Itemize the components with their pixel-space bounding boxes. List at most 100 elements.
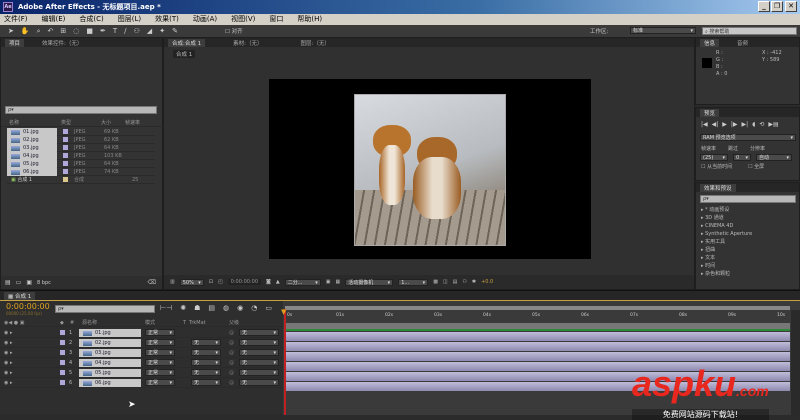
trkmat-select[interactable]: 无 [191, 349, 221, 356]
selection-tool-icon[interactable]: ➤ [8, 27, 14, 35]
puppet-tool-icon[interactable]: ✎ [172, 27, 178, 35]
parent-select[interactable]: 无 [239, 359, 279, 366]
close-button[interactable]: ✕ [785, 1, 797, 12]
label-swatch[interactable] [60, 340, 65, 345]
snapshot-icon[interactable]: ◙ [266, 279, 271, 285]
effects-category[interactable]: ▸ CINEMA 4D [701, 222, 799, 230]
layer-name[interactable]: 04.jpg [79, 358, 141, 367]
trkmat-select[interactable]: 无 [191, 359, 221, 366]
col-fps[interactable]: 帧速率 [125, 119, 140, 126]
label-swatch[interactable] [60, 350, 65, 355]
draft-3d-icon[interactable]: ✺ [180, 304, 186, 312]
mode-select[interactable]: 正常 [145, 339, 175, 346]
pen-tool-icon[interactable]: ✒ [100, 27, 106, 35]
col-mode[interactable]: 模式 [145, 319, 183, 326]
col-parent[interactable]: 父级 [229, 319, 239, 326]
trkmat-select[interactable]: 无 [191, 379, 221, 386]
menu-edit[interactable]: 编辑(E) [42, 14, 66, 25]
grid-icon[interactable]: ⊡ [209, 279, 213, 285]
viewer-timecode[interactable]: 0:00:00:00 [227, 279, 261, 285]
effects-category[interactable]: ▸ 时间 [701, 262, 799, 270]
rectangle-tool-icon[interactable]: ■ [86, 27, 93, 35]
tab-audio[interactable]: 音频 [737, 39, 748, 47]
effects-search-input[interactable]: ρ▾ [700, 195, 796, 203]
mode-select[interactable]: 正常 [145, 369, 175, 376]
pickwhip-icon[interactable]: @ [229, 350, 239, 356]
tab-project[interactable]: 项目 [5, 38, 25, 47]
label-swatch[interactable] [60, 360, 65, 365]
tab-composition[interactable]: 合成:合成 1 [168, 38, 206, 47]
views-select[interactable]: 1... [398, 278, 429, 286]
prev-frame-icon[interactable]: ◀| [712, 121, 719, 128]
tab-preview[interactable]: 预览 [700, 108, 720, 117]
text-tool-icon[interactable]: T [113, 27, 117, 35]
layer-bar[interactable] [285, 342, 790, 351]
layer-row[interactable]: ◉ ▸ 6 06.jpg 正常 无 @ 无 [0, 378, 283, 388]
visibility-eye-icon[interactable]: ◉ ▸ [0, 340, 60, 346]
pickwhip-icon[interactable]: @ [229, 370, 239, 376]
interpret-footage-icon[interactable]: ▤ [5, 279, 11, 286]
tab-layer[interactable]: 图层:（无） [300, 39, 329, 47]
ram-preview-options[interactable]: RAM 预览选项 [700, 134, 796, 141]
exposure-reset-icon[interactable]: ✱ [472, 279, 476, 285]
layer-bar[interactable] [285, 352, 790, 361]
hide-shy-icon[interactable]: ☗ [194, 304, 200, 312]
playhead-handle-icon[interactable]: ▼ [281, 308, 286, 316]
playhead[interactable] [284, 309, 286, 415]
parent-select[interactable]: 无 [239, 339, 279, 346]
ram-preview-icon[interactable]: ▶▤ [768, 121, 778, 128]
label-swatch[interactable] [63, 161, 68, 166]
comp-mini-flowchart-icon[interactable]: ⊢⊣ [160, 304, 172, 312]
layer-name[interactable]: 02.jpg [79, 338, 141, 347]
tab-info[interactable]: 信息 [700, 38, 720, 47]
channel-icon[interactable]: ▲ [276, 279, 280, 285]
project-search-input[interactable]: ρ▾ [5, 106, 157, 114]
col-name[interactable]: 名称 [1, 119, 53, 126]
trkmat-select[interactable]: 无 [191, 339, 221, 346]
pickwhip-icon[interactable]: @ [229, 330, 239, 336]
col-type[interactable]: 类型 [53, 119, 101, 126]
audio-icon[interactable]: ◖ [752, 121, 755, 128]
motion-blur-icon[interactable]: ◍ [223, 304, 229, 312]
layer-name[interactable]: 06.jpg [79, 378, 141, 387]
trkmat-select[interactable]: 无 [191, 369, 221, 376]
rotate-tool-icon[interactable]: ↶ [48, 27, 54, 35]
mode-select[interactable]: 正常 [145, 359, 175, 366]
tab-effects-presets[interactable]: 效果和预设 [700, 183, 736, 192]
camera-select[interactable]: 活动摄像机 [345, 278, 394, 286]
from-current-checkbox[interactable]: ☐ 从当前时间 [701, 163, 732, 170]
layer-bar[interactable] [285, 332, 790, 341]
layer-name[interactable]: 01.jpg [79, 328, 141, 337]
visibility-eye-icon[interactable]: ◉ ▸ [0, 370, 60, 376]
minimize-button[interactable]: _ [758, 1, 770, 12]
frame-blending-icon[interactable]: ▤ [208, 304, 215, 312]
new-folder-icon[interactable]: ▭ [16, 279, 22, 286]
parent-select[interactable]: 无 [239, 379, 279, 386]
snap-checkbox[interactable]: ☐ 对齐 [225, 27, 243, 35]
brainstorm-icon[interactable]: ◉ [237, 304, 243, 312]
layer-name[interactable]: 05.jpg [79, 368, 141, 377]
project-item[interactable]: 06.jpg JPEG 74 KB [7, 167, 155, 176]
label-swatch[interactable] [63, 177, 68, 182]
last-frame-icon[interactable]: ▶| [742, 121, 749, 128]
menu-window[interactable]: 窗口 [269, 14, 283, 25]
label-swatch[interactable] [60, 380, 65, 385]
roto-tool-icon[interactable]: ✦ [159, 27, 165, 35]
effects-category[interactable]: ▸ * 动画预设 [701, 206, 799, 214]
label-swatch[interactable] [63, 169, 68, 174]
roi-icon[interactable]: ▣ [326, 279, 331, 285]
pickwhip-icon[interactable]: @ [229, 380, 239, 386]
label-swatch[interactable] [60, 370, 65, 375]
graph-editor-icon[interactable]: ◔ [251, 304, 257, 312]
effects-category[interactable]: ▸ 扭曲 [701, 246, 799, 254]
label-swatch[interactable] [63, 153, 68, 158]
menu-composition[interactable]: 合成(C) [79, 14, 103, 25]
label-swatch[interactable] [60, 330, 65, 335]
parent-select[interactable]: 无 [239, 329, 279, 336]
pickwhip-icon[interactable]: @ [229, 340, 239, 346]
visibility-eye-icon[interactable]: ◉ ▸ [0, 350, 60, 356]
timeline-search-input[interactable]: ρ▾ [55, 305, 155, 313]
trash-icon[interactable]: ⌫ [148, 279, 156, 286]
effects-category[interactable]: ▸ 3D 通道 [701, 214, 799, 222]
col-size[interactable]: 大小 [101, 119, 125, 126]
